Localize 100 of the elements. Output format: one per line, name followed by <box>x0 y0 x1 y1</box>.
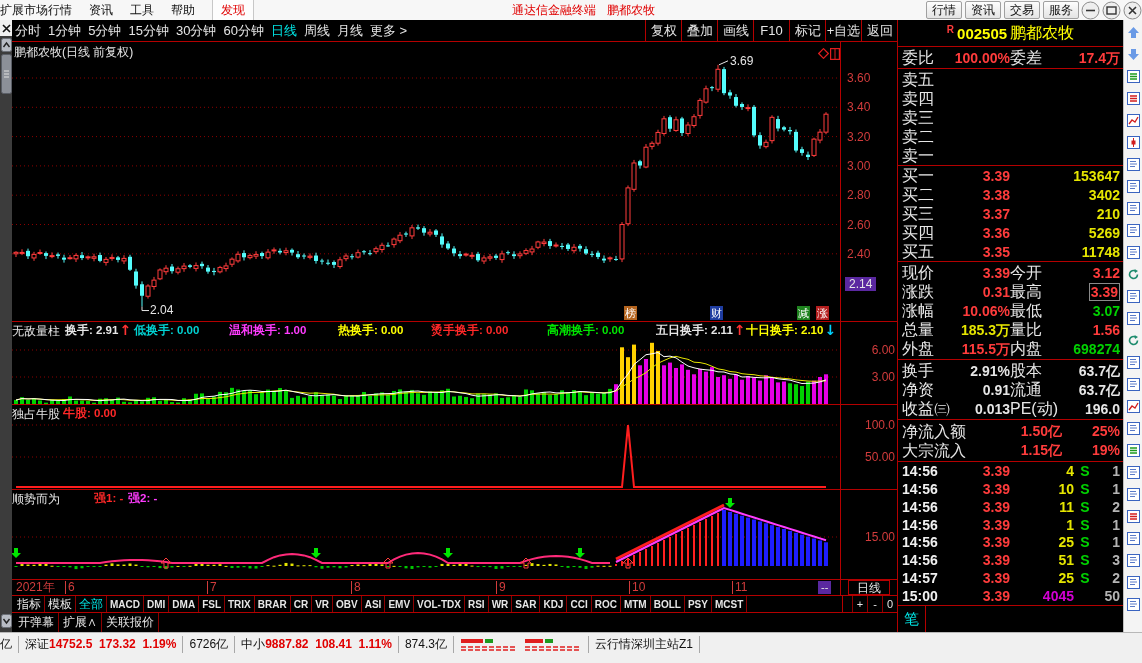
indicator-tab[interactable]: 全部 <box>76 596 107 612</box>
menu-item[interactable]: 帮助 <box>171 0 195 20</box>
line-chart-icon[interactable] <box>1126 114 1140 127</box>
period-tab[interactable]: 5分钟 <box>85 20 125 41</box>
scroll-up-icon[interactable] <box>0 38 12 52</box>
period-tab[interactable]: 周线 <box>300 20 333 41</box>
close-icon[interactable] <box>1 23 11 33</box>
document-icon[interactable] <box>1126 246 1140 259</box>
month-label: 9 <box>496 581 506 594</box>
list-icon[interactable] <box>1126 70 1140 83</box>
bid-volume: 11748 <box>1081 244 1120 259</box>
quote-value: 3.07 <box>1092 303 1120 318</box>
quote-label: 现价 <box>902 263 935 282</box>
bid-price: 3.35 <box>982 244 1010 259</box>
period-tab[interactable]: 1分钟 <box>45 20 85 41</box>
margin-trading-label: R <box>946 24 955 35</box>
quote-value: 63.7亿 <box>1078 363 1120 378</box>
chart-toolbar-button[interactable]: F10 <box>753 20 789 41</box>
chart-toolbar-button[interactable]: 标记 <box>789 20 825 41</box>
document-icon[interactable] <box>1126 224 1140 237</box>
scrollbar-thumb-icon[interactable] <box>0 54 12 94</box>
nav-button[interactable]: 交易 <box>1004 1 1040 19</box>
tick-time: 14:56 <box>902 552 938 569</box>
list-icon[interactable] <box>1126 444 1140 457</box>
bid-volume: 5269 <box>1088 225 1120 240</box>
tick-volume: 25 <box>1058 534 1074 551</box>
period-tab[interactable]: 分时 <box>12 20 44 41</box>
document-icon[interactable] <box>1126 466 1140 479</box>
down-arrow-icon[interactable] <box>1126 48 1140 61</box>
indicator-tab[interactable]: DMA <box>169 596 200 612</box>
close-icon[interactable] <box>1123 0 1142 20</box>
refresh-icon[interactable] <box>1126 334 1140 347</box>
month-label: 8 <box>351 581 361 594</box>
year-label: 2021年 <box>16 581 55 594</box>
bid-volume: 210 <box>1096 206 1120 221</box>
quote-label: 大宗流入 <box>902 440 967 460</box>
document-icon[interactable] <box>1126 532 1140 545</box>
menu-item[interactable]: 工具 <box>130 0 154 20</box>
indicator-tab[interactable]: 指标 <box>14 596 45 612</box>
chart-toolbar-button[interactable]: 叠加 <box>681 20 717 41</box>
indicator-tab[interactable]: FSL <box>199 596 225 612</box>
quote-value: 2.91% <box>970 363 1010 378</box>
flow-amount: 1.50亿 <box>1020 424 1062 438</box>
quote-label: 流通 <box>1010 380 1043 399</box>
quote-label: 涨跌 <box>902 282 935 301</box>
tick-count: 1 <box>1112 534 1120 551</box>
document-icon[interactable] <box>1126 180 1140 193</box>
menu-item[interactable]: 资讯 <box>89 0 113 20</box>
collapse-icon[interactable] <box>0 614 12 628</box>
price-axis-label: 3.20 <box>847 129 871 144</box>
document-icon[interactable] <box>1126 554 1140 567</box>
document-icon[interactable] <box>1126 158 1140 171</box>
period-tab[interactable]: 15分钟 <box>125 20 172 41</box>
menu-item[interactable]: 发现 <box>212 0 254 20</box>
tick-price: 3.39 <box>982 498 1010 515</box>
line-chart-icon[interactable] <box>1126 400 1140 413</box>
document-icon[interactable] <box>1126 378 1140 391</box>
indicator-tab[interactable]: TRIX <box>225 596 255 612</box>
document-icon[interactable] <box>1126 356 1140 369</box>
period-tab[interactable]: 月线 <box>333 20 366 41</box>
document-icon[interactable] <box>1126 576 1140 589</box>
chart-toolbar-button[interactable]: +自选 <box>825 20 861 41</box>
document-icon[interactable] <box>1126 202 1140 215</box>
document-icon[interactable] <box>1126 598 1140 611</box>
status-text: 亿 <box>0 636 19 653</box>
indicator-tab[interactable]: OBV <box>333 596 362 612</box>
quote-value: 0.31 <box>982 284 1010 299</box>
indicator-tab[interactable]: CCI <box>567 596 592 612</box>
period-tab[interactable]: 更多 > <box>366 20 411 41</box>
nav-button[interactable]: 服务 <box>1043 1 1079 19</box>
period-tab[interactable]: 日线 <box>267 20 300 41</box>
menu-item[interactable]: 扩展市场行情 <box>0 0 72 20</box>
document-icon[interactable] <box>1126 488 1140 501</box>
tick-count: 1 <box>1112 462 1120 479</box>
document-icon[interactable] <box>1126 422 1140 435</box>
list-icon[interactable] <box>1126 92 1140 105</box>
indicator-tab[interactable]: DMI <box>144 596 170 612</box>
indicator-tab[interactable]: WR <box>488 596 513 612</box>
candle-icon[interactable] <box>1126 136 1140 149</box>
quote-label: 总量 <box>902 320 935 339</box>
period-tab[interactable]: 60分钟 <box>220 20 267 41</box>
document-icon[interactable] <box>1126 290 1140 303</box>
indicator-tab[interactable]: VR <box>312 596 334 612</box>
period-button[interactable]: 日线 <box>848 580 890 595</box>
period-tab[interactable]: 30分钟 <box>172 20 220 41</box>
indicator-tab[interactable]: 模板 <box>45 596 76 612</box>
maximize-icon[interactable] <box>1102 0 1121 20</box>
chart-toolbar-button[interactable]: 复权 <box>645 20 681 41</box>
up-arrow-icon[interactable] <box>1126 26 1140 39</box>
list-icon[interactable] <box>1126 510 1140 523</box>
document-icon[interactable] <box>1126 312 1140 325</box>
chart-toolbar-button[interactable]: 画线 <box>717 20 753 41</box>
minimize-icon[interactable] <box>1081 0 1100 20</box>
refresh-icon[interactable] <box>1126 268 1140 281</box>
indicator-tab[interactable]: VOL-TDX <box>414 596 465 612</box>
nav-button[interactable]: 行情 <box>926 1 962 19</box>
nav-button[interactable]: 资讯 <box>965 1 1001 19</box>
indicator-tab[interactable]: MACD <box>107 596 144 612</box>
bid-level-label: 买五 <box>902 242 935 261</box>
indicator-tab[interactable]: SAR <box>512 596 541 612</box>
